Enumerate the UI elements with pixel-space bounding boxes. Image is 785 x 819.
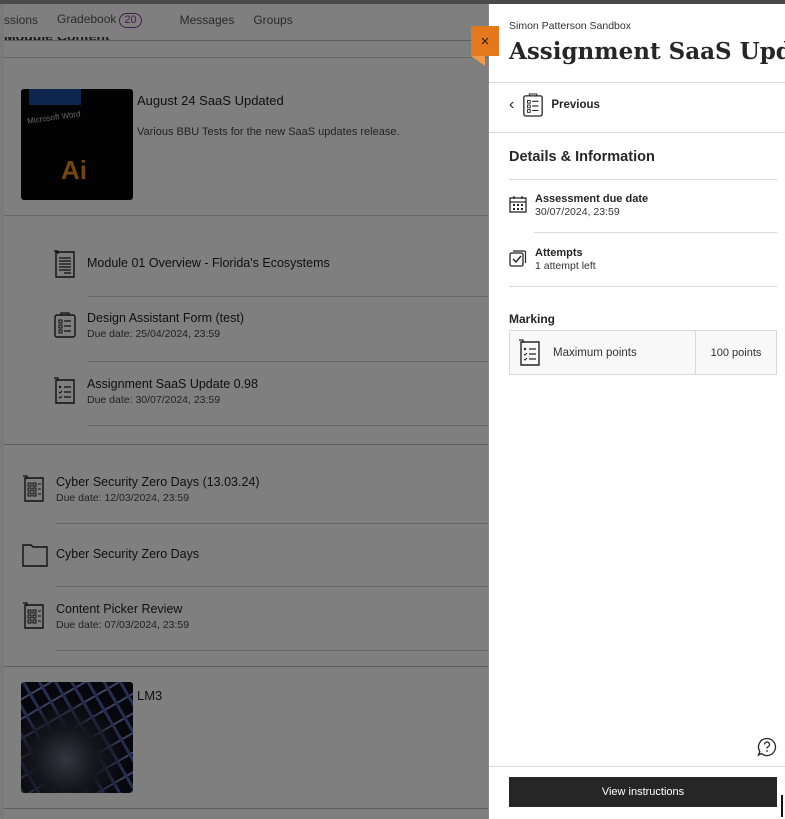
maximum-points-value: 100 points [710, 346, 762, 359]
close-panel-button[interactable]: × [471, 26, 499, 56]
maximum-points-cell: Maximum points [510, 331, 696, 374]
marking-label: Marking [509, 312, 556, 326]
assignment-details-panel: Simon Patterson Sandbox Assignment SaaS … [488, 4, 785, 819]
course-content-page: ssions Gradebook20 Messages Groups Modul… [0, 0, 490, 819]
divider [509, 179, 777, 180]
due-date-value: 30/07/2024, 23:59 [535, 206, 620, 218]
marking-table: Maximum points 100 points [509, 330, 777, 375]
attempts-checkbox-icon [509, 250, 527, 267]
divider [489, 132, 785, 133]
window-top-border [0, 0, 785, 4]
divider [489, 82, 785, 83]
close-tab-fold [471, 56, 485, 66]
chevron-left-icon: ‹ [509, 96, 515, 113]
help-icon[interactable] [757, 737, 777, 757]
attempts-value: 1 attempt left [535, 260, 596, 272]
divider [534, 232, 777, 233]
assignment-icon [519, 338, 540, 366]
maximum-points-label: Maximum points [553, 346, 637, 359]
panel-title: Assignment SaaS Upda... [509, 38, 785, 65]
panel-course-name: Simon Patterson Sandbox [509, 20, 631, 32]
close-icon: × [480, 32, 490, 50]
view-instructions-button[interactable]: View instructions [509, 777, 777, 807]
text-cursor [781, 795, 783, 817]
footer-divider [489, 766, 785, 767]
previous-button[interactable]: ‹ Previous [509, 92, 600, 118]
previous-label: Previous [551, 99, 600, 111]
attempts-label: Attempts [535, 247, 583, 259]
form-icon [523, 93, 544, 117]
due-date-row: Assessment due date 30/07/2024, 23:59 [509, 193, 648, 219]
details-section-title: Details & Information [509, 149, 655, 165]
modal-overlay[interactable] [0, 0, 490, 819]
due-date-label: Assessment due date [535, 193, 649, 205]
attempts-row: Attempts 1 attempt left [509, 247, 596, 273]
calendar-icon [509, 196, 527, 213]
divider [509, 286, 777, 287]
